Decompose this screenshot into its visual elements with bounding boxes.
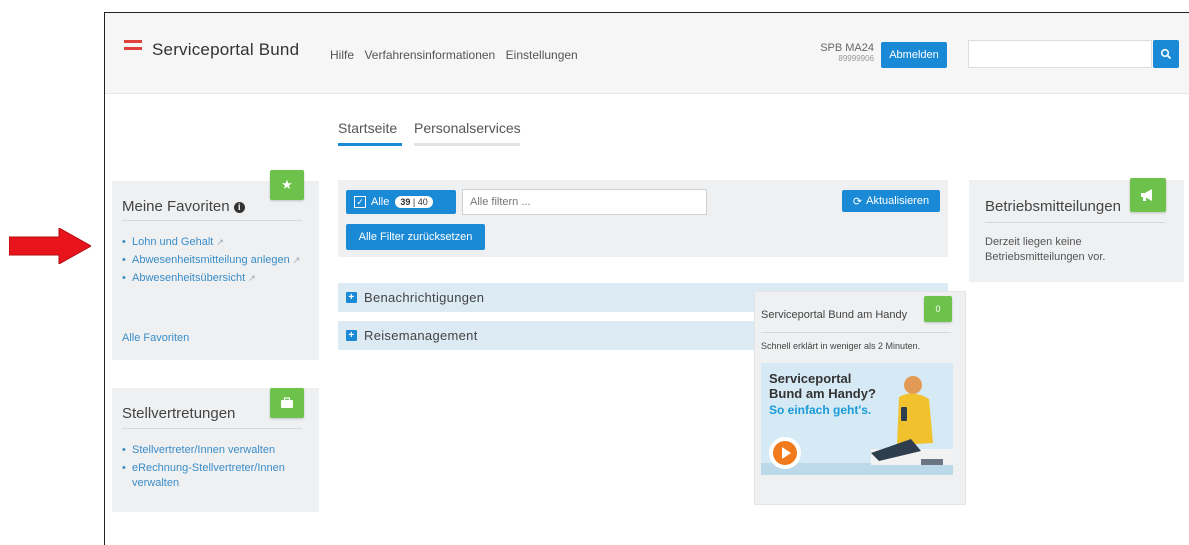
favorite-item-label[interactable]: Lohn und Gehalt	[132, 236, 213, 248]
betriebsmitteilungen-badge	[1130, 178, 1166, 212]
tab-inactive-indicator	[414, 143, 520, 146]
nav-hilfe[interactable]: Hilfe	[330, 48, 354, 62]
external-link-icon: ↗	[292, 255, 301, 265]
reset-filters-button[interactable]: Alle Filter zurücksetzen	[346, 224, 485, 250]
filter-count-selected: 39	[400, 197, 411, 207]
stellvertretungen-title: Stellvertretungen	[122, 405, 236, 422]
betriebsmitteilungen-title: Betriebsmitteilungen	[985, 198, 1121, 215]
divider	[122, 220, 302, 221]
filter-input[interactable]	[462, 189, 707, 215]
tab-bar: Startseite	[338, 120, 397, 138]
search-input[interactable]	[968, 40, 1152, 68]
handy-widget-subtitle: Schnell erklärt in weniger als 2 Minuten…	[761, 341, 921, 351]
refresh-label: Aktualisieren	[866, 195, 930, 207]
filter-count-badge: 39 | 40	[395, 196, 433, 208]
filter-count-total: 40	[417, 197, 428, 207]
stellvertretungen-item[interactable]: eRechnung-Stellvertreter/Innen verwalten	[122, 461, 307, 491]
divider	[985, 222, 1165, 223]
play-button[interactable]	[769, 437, 801, 469]
handy-video-thumbnail[interactable]: Serviceportal Bund am Handy? So einfach …	[761, 363, 953, 475]
handy-badge-value: 0	[935, 304, 941, 314]
tab-personalservices[interactable]: Personalservices	[414, 120, 521, 136]
favorites-star-badge: ★	[270, 170, 304, 200]
red-arrow-annotation	[9, 228, 91, 264]
stellvertretungen-list: Stellvertreter/Innen verwalten eRechnung…	[122, 443, 307, 494]
handy-widget-badge: 0	[924, 296, 952, 322]
divider	[761, 332, 951, 333]
brand-logo-icon[interactable]	[124, 38, 142, 52]
favorite-item[interactable]: Lohn und Gehalt ↗	[122, 235, 302, 250]
tab-startseite[interactable]: Startseite	[338, 120, 397, 136]
external-link-icon: ↗	[248, 273, 256, 283]
favorites-title: Meine Favoriten i	[122, 198, 245, 215]
handy-widget-title: Serviceportal Bund am Handy	[761, 309, 908, 321]
user-info: SPB MA24 89999906	[800, 42, 874, 64]
betriebsmitteilungen-text: Derzeit liegen keine Betriebsmitteilunge…	[985, 236, 1106, 263]
star-icon: ★	[281, 177, 293, 192]
checkbox-checked-icon: ✓	[354, 196, 366, 208]
brand-name[interactable]: Serviceportal Bund	[152, 40, 299, 60]
info-icon[interactable]: i	[233, 202, 245, 213]
favorite-item-label[interactable]: Abwesenheitsübersicht	[132, 272, 245, 284]
tab-active-indicator	[338, 143, 402, 146]
briefcase-icon	[281, 397, 293, 408]
user-name: SPB MA24	[820, 42, 874, 54]
search-icon	[1160, 48, 1172, 60]
divider	[122, 428, 302, 429]
refresh-icon: ⟳	[852, 195, 863, 208]
filter-all-label: Alle	[371, 196, 390, 208]
plus-icon: +	[346, 330, 357, 341]
accordion-label: Benachrichtigungen	[364, 290, 485, 305]
refresh-button[interactable]: ⟳ Aktualisieren	[842, 190, 940, 212]
user-id: 89999906	[838, 54, 874, 63]
filter-all-toggle[interactable]: ✓ Alle 39 | 40	[346, 190, 456, 214]
search-button[interactable]	[1153, 40, 1179, 68]
logout-button[interactable]: Abmelden	[881, 42, 947, 68]
accordion-label: Reisemanagement	[364, 328, 478, 343]
favorites-list: Lohn und Gehalt ↗ Abwesenheitsmitteilung…	[122, 235, 302, 289]
play-icon	[773, 441, 797, 465]
nav-einstellungen[interactable]: Einstellungen	[506, 48, 578, 62]
nav-verfahrensinformationen[interactable]: Verfahrensinformationen	[364, 48, 495, 62]
external-link-icon: ↗	[216, 237, 224, 247]
favorite-item[interactable]: Abwesenheitsmitteilung anlegen ↗	[122, 253, 302, 268]
stellvertretungen-badge	[270, 388, 304, 418]
favorite-item-label[interactable]: Abwesenheitsmitteilung anlegen	[132, 254, 290, 266]
favorite-item[interactable]: Abwesenheitsübersicht ↗	[122, 271, 302, 286]
tab-bar-2: Personalservices	[414, 120, 521, 138]
favorites-title-text: Meine Favoriten	[122, 198, 230, 215]
plus-icon: +	[346, 292, 357, 303]
stellvertretungen-item[interactable]: Stellvertreter/Innen verwalten	[122, 443, 307, 458]
main-nav: Hilfe Verfahrensinformationen Einstellun…	[330, 46, 584, 64]
megaphone-icon	[1141, 189, 1152, 201]
all-favorites-link[interactable]: Alle Favoriten	[122, 332, 189, 344]
